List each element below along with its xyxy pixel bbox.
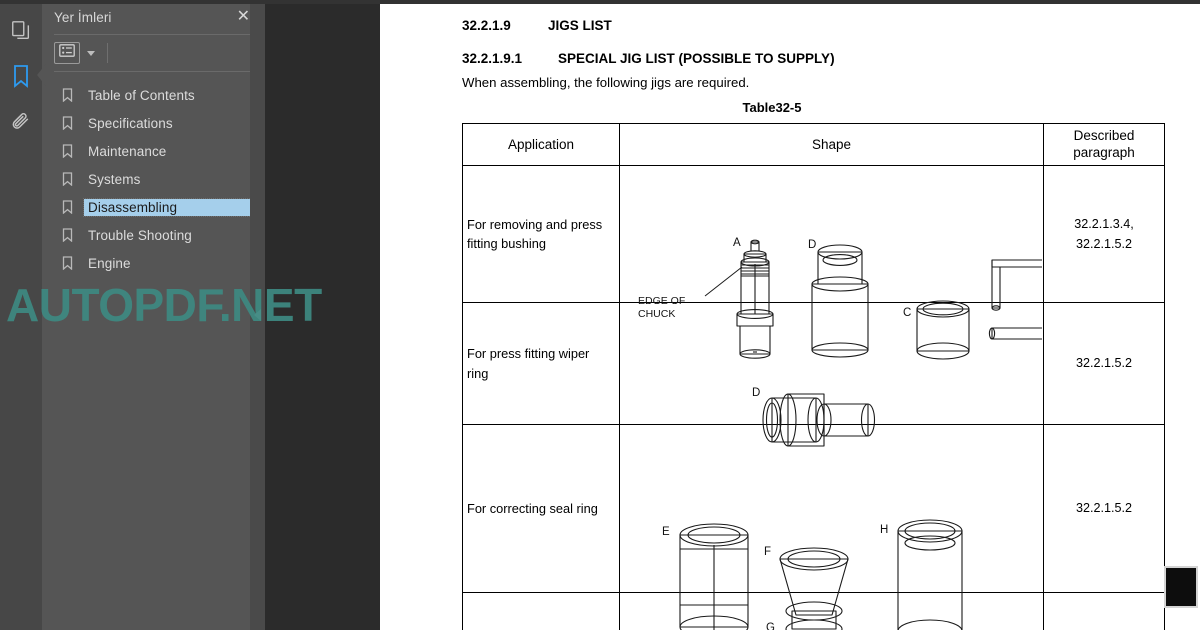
bookmark-item-label: Disassembling bbox=[82, 197, 255, 217]
section-heading-2-text: SPECIAL JIG LIST (POSSIBLE TO SUPPLY) bbox=[558, 51, 835, 66]
bookmark-item-icon bbox=[62, 228, 84, 242]
bookmarks-panel-title: Yer İmleri bbox=[54, 9, 112, 25]
bookmarks-toolbar bbox=[42, 35, 265, 71]
bookmark-item-trouble-shooting[interactable]: Trouble Shooting bbox=[42, 221, 265, 249]
thumbnails-icon bbox=[10, 19, 32, 41]
row3-shape: E F G H INSERTING JIG CORRECTING JIG bbox=[619, 424, 1044, 630]
row2-paragraph-line1: 32.2.1.5.2 bbox=[1075, 356, 1133, 371]
bookmark-item-icon bbox=[62, 144, 84, 158]
toolbar-separator bbox=[107, 43, 108, 63]
bookmark-item-systems[interactable]: Systems bbox=[42, 165, 265, 193]
bookmark-icon bbox=[11, 64, 31, 88]
table-row: For press fitting wiper ring D 32.2.1.5.… bbox=[462, 302, 1165, 447]
document-page: 32.2.1.9 JIGS LIST 32.2.1.9.1 SPECIAL JI… bbox=[380, 4, 1200, 630]
table-row: For correcting seal ring E F G H 32.2.1.… bbox=[462, 424, 1165, 630]
bookmarks-panel: Yer İmleri ✕ Table of Contents Specifica… bbox=[42, 0, 265, 630]
bookmark-item-maintenance[interactable]: Maintenance bbox=[42, 137, 265, 165]
bookmark-item-label: Systems bbox=[88, 171, 141, 187]
bookmark-item-disassembling[interactable]: Disassembling bbox=[42, 193, 265, 221]
bookmarks-panel-header: Yer İmleri ✕ bbox=[42, 0, 265, 34]
header-paragraph-line1: Described bbox=[1073, 127, 1135, 143]
bookmark-item-table-of-contents[interactable]: Table of Contents bbox=[42, 81, 265, 109]
jigs-table: Application Shape Described paragraph Fo… bbox=[462, 123, 1165, 630]
bookmark-item-icon bbox=[62, 172, 84, 186]
row4-shape bbox=[619, 592, 1044, 630]
shape-label-d: D bbox=[752, 387, 760, 399]
row4-application bbox=[462, 592, 620, 630]
attachment-icon bbox=[10, 111, 32, 133]
row1-application-line1: For removing and press bbox=[467, 216, 603, 232]
bookmark-item-label: Table of Contents bbox=[88, 87, 195, 103]
section-heading-2-number: 32.2.1.9.1 bbox=[462, 51, 523, 66]
bookmark-item-label: Specifications bbox=[88, 115, 173, 131]
row1-paragraph-line2: 32.2.1.5.2 bbox=[1075, 237, 1133, 251]
shape-label-h: H bbox=[880, 524, 888, 536]
section-heading-1-text: JIGS LIST bbox=[548, 18, 612, 33]
bookmark-item-specifications[interactable]: Specifications bbox=[42, 109, 265, 137]
row3-application: For correcting seal ring bbox=[462, 424, 620, 593]
section-heading-2: 32.2.1.9.1 SPECIAL JIG LIST (POSSIBLE TO… bbox=[462, 51, 835, 66]
row3-application-line1: For correcting seal ring bbox=[467, 500, 598, 516]
row2-described-paragraph: 32.2.1.5.2 bbox=[1043, 302, 1165, 425]
shape-label-f: F bbox=[764, 546, 771, 558]
table-header-application: Application bbox=[462, 123, 620, 166]
shape-label-e: E bbox=[662, 526, 670, 538]
row2-application-line2: ring bbox=[467, 365, 489, 381]
row2-shape: D bbox=[619, 302, 1044, 447]
row3-paragraph-line1: 32.2.1.5.2 bbox=[1075, 501, 1133, 516]
bookmark-options-button[interactable] bbox=[54, 42, 80, 64]
shape-label-a: A bbox=[733, 237, 741, 249]
row2-application: For press fitting wiper ring bbox=[462, 302, 620, 425]
table-header-described-paragraph: Described paragraph bbox=[1043, 123, 1165, 166]
bookmark-item-label: Engine bbox=[88, 255, 131, 271]
row1-application-line2: fitting bushing bbox=[467, 236, 546, 251]
chevron-down-icon[interactable] bbox=[87, 50, 95, 56]
row1-shape: A D C EDGE OF CHUCK bbox=[619, 165, 1044, 360]
list-options-icon bbox=[59, 44, 75, 62]
row4-described-paragraph bbox=[1043, 592, 1165, 630]
collapse-sidebar-handle[interactable] bbox=[250, 0, 265, 630]
thumbnails-rail-button[interactable] bbox=[5, 14, 37, 46]
row3-described-paragraph: 32.2.1.5.2 bbox=[1043, 424, 1165, 593]
attachments-rail-button[interactable] bbox=[5, 106, 37, 138]
row1-described-paragraph: 32.2.1.3.4, 32.2.1.5.2 bbox=[1043, 165, 1165, 303]
bookmark-item-icon bbox=[62, 200, 84, 214]
table-caption: Table32-5 bbox=[742, 100, 802, 115]
intro-paragraph: When assembling, the following jigs are … bbox=[462, 75, 750, 90]
bookmark-list: Table of Contents Specifications Mainten… bbox=[42, 72, 265, 277]
top-toolbar-strip bbox=[0, 0, 1200, 4]
table-header-shape: Shape bbox=[619, 123, 1044, 166]
bookmark-item-icon bbox=[62, 256, 84, 270]
collapse-left-arrow-icon bbox=[254, 309, 261, 321]
sidebar-icon-rail bbox=[0, 0, 46, 630]
bookmark-item-icon bbox=[62, 116, 84, 130]
row1-application: For removing and press fitting bushing bbox=[462, 165, 620, 303]
row1-paragraph-line1: 32.2.1.3.4, bbox=[1074, 216, 1134, 231]
pdf-viewer-window: Yer İmleri ✕ Table of Contents Specifica… bbox=[0, 0, 1200, 630]
top-toolbar-doc-strip bbox=[380, 0, 1200, 4]
bookmarks-rail-button[interactable] bbox=[5, 60, 46, 92]
row2-application-line1: For press fitting wiper bbox=[467, 346, 590, 362]
table-row bbox=[462, 592, 1165, 630]
table-header-row: Application Shape Described paragraph bbox=[462, 123, 1165, 166]
shape-label-d: D bbox=[808, 239, 816, 251]
header-paragraph-line2: paragraph bbox=[1073, 144, 1135, 160]
table-row: For removing and press fitting bushing A… bbox=[462, 165, 1165, 360]
section-heading-1-number: 32.2.1.9 bbox=[462, 18, 511, 33]
bookmark-item-icon bbox=[62, 88, 84, 102]
scroll-position-marker[interactable] bbox=[1164, 566, 1198, 608]
bookmark-item-engine[interactable]: Engine bbox=[42, 249, 265, 277]
section-heading-1: 32.2.1.9 JIGS LIST bbox=[462, 18, 612, 33]
bookmark-item-label: Maintenance bbox=[88, 143, 167, 159]
bookmark-item-label: Trouble Shooting bbox=[88, 227, 192, 243]
